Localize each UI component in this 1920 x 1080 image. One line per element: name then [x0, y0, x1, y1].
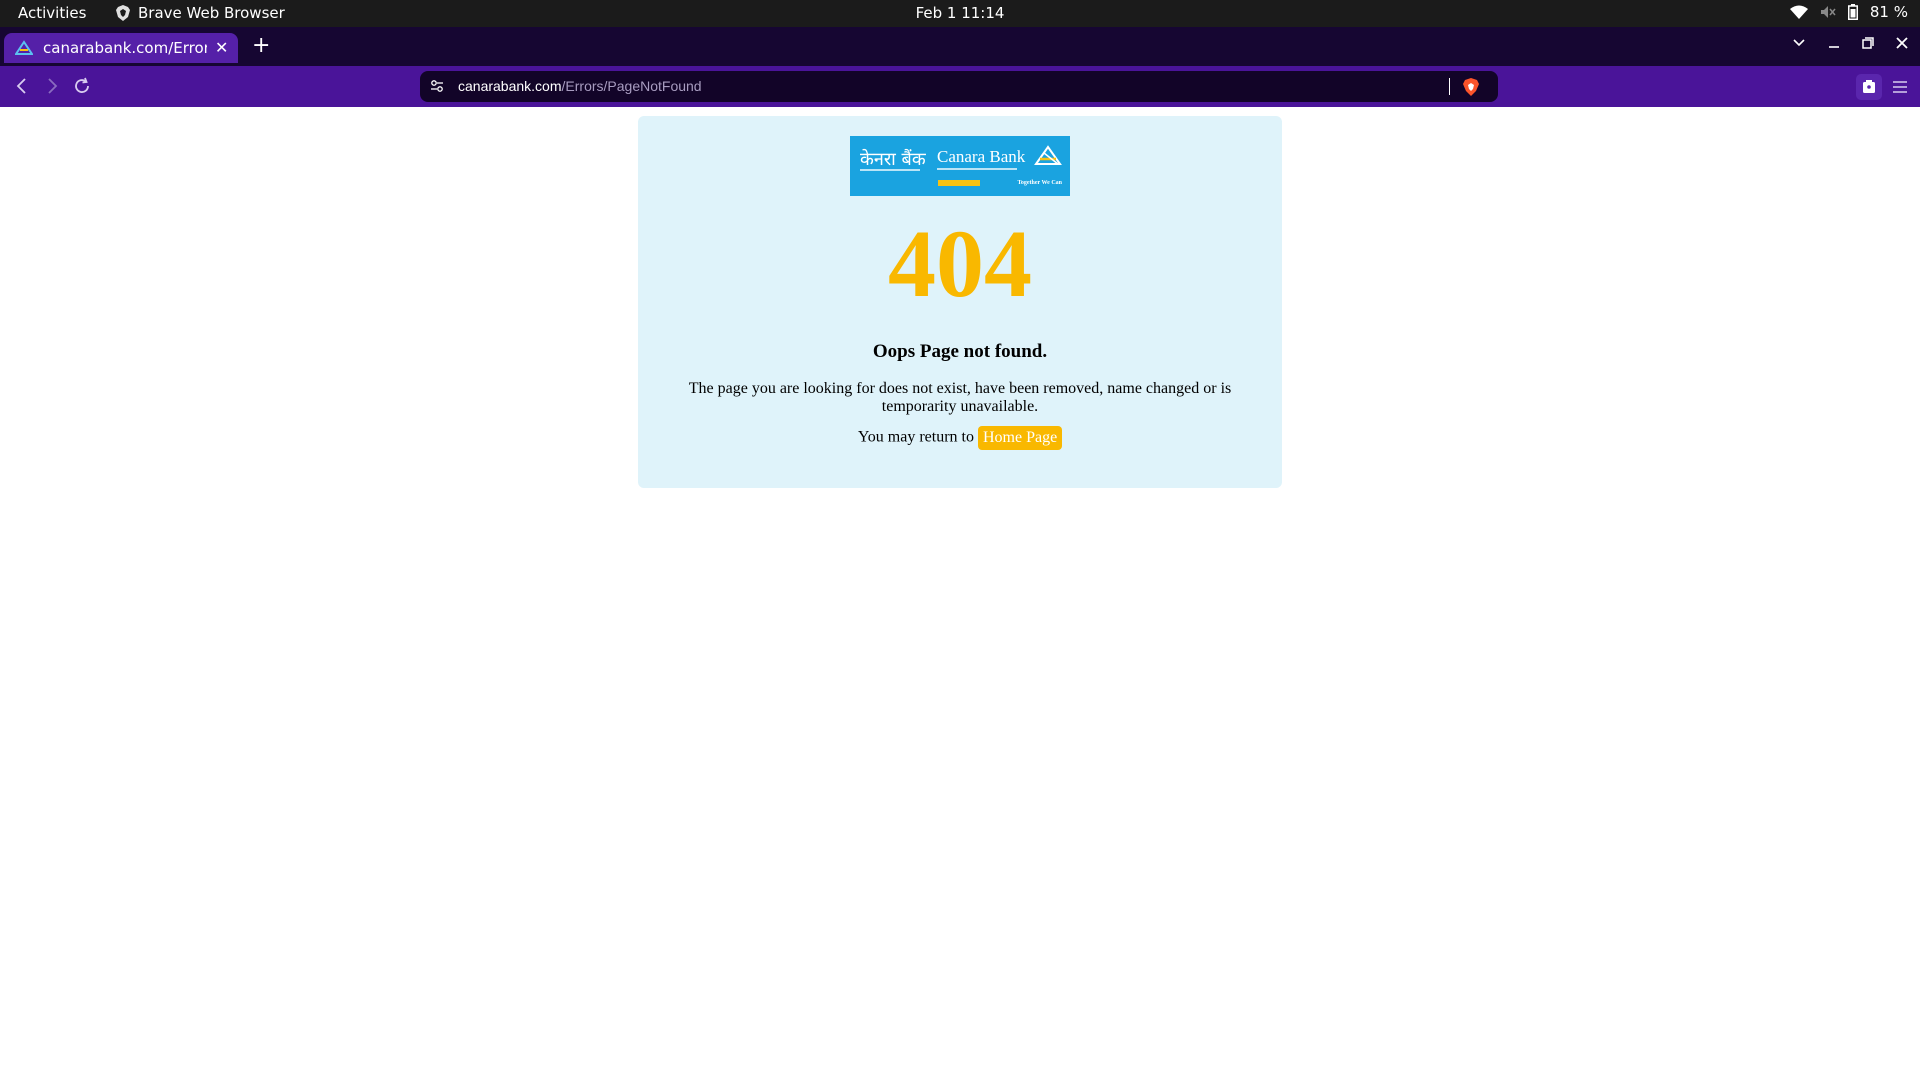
volume-muted-icon [1820, 6, 1836, 18]
canara-triangle-icon [1034, 145, 1062, 165]
new-tab-button[interactable]: + [252, 33, 270, 58]
hamburger-menu-icon[interactable] [1892, 80, 1908, 94]
battery-icon [1847, 4, 1858, 20]
address-bar[interactable]: canarabank.com/Errors/PageNotFound [420, 71, 1498, 102]
return-line: You may return to Home Page [638, 426, 1282, 450]
url-path: /Errors/PageNotFound [561, 78, 702, 94]
reload-icon[interactable] [73, 77, 91, 95]
tab-close-icon[interactable]: ✕ [215, 40, 228, 56]
logo-english-text: Canara Bank [937, 147, 1026, 166]
error-card: केनरा बैंक Canara Bank Together We Can 4… [638, 116, 1282, 488]
home-page-button[interactable]: Home Page [977, 426, 1063, 450]
return-text: You may return to [857, 428, 974, 446]
error-message: The page you are looking for does not ex… [688, 380, 1232, 415]
error-heading: Oops Page not found. [872, 341, 1048, 362]
error-code: 404 [888, 210, 1032, 317]
toolbar-right [1856, 74, 1908, 100]
url-host: canarabank.com [458, 78, 562, 94]
canara-bank-logo[interactable]: केनरा बैंक Canara Bank Together We Can [850, 136, 1070, 196]
system-top-bar: Activities Brave Web Browser Feb 1 11:14… [0, 0, 1920, 27]
window-controls [1792, 37, 1908, 49]
wallet-button[interactable] [1856, 74, 1882, 100]
back-arrow-icon[interactable] [15, 77, 29, 95]
tab-strip: canarabank.com/Errors/ ✕ + [0, 27, 1920, 66]
tab-title: canarabank.com/Errors/ [43, 39, 207, 57]
battery-percentage: 81 % [1869, 3, 1908, 21]
logo-hindi-text: केनरा बैंक [860, 149, 926, 170]
wallet-icon [1863, 80, 1875, 93]
url-divider [1449, 78, 1450, 95]
minimize-icon[interactable] [1828, 37, 1840, 49]
tab-list-chevron-icon[interactable] [1792, 38, 1806, 48]
site-settings-icon[interactable] [430, 79, 444, 93]
logo-english-subline [937, 168, 1017, 170]
browser-toolbar: canarabank.com/Errors/PageNotFound [0, 66, 1920, 107]
logo-badge [938, 180, 980, 186]
canara-favicon-icon [15, 40, 33, 55]
brave-shields-icon[interactable] [1463, 78, 1479, 96]
system-tray[interactable]: 81 % [1789, 3, 1908, 21]
close-window-icon[interactable] [1896, 37, 1908, 49]
logo-hindi-subline [860, 169, 920, 171]
logo-tagline: Together We Can [1017, 180, 1062, 186]
tab-canarabank[interactable]: canarabank.com/Errors/ ✕ [4, 33, 238, 63]
clock[interactable]: Feb 1 11:14 [0, 4, 1920, 22]
forward-arrow-icon[interactable] [45, 77, 59, 95]
url-text[interactable]: canarabank.com/Errors/PageNotFound [458, 78, 702, 94]
restore-icon[interactable] [1862, 37, 1874, 49]
wifi-icon [1789, 5, 1808, 19]
